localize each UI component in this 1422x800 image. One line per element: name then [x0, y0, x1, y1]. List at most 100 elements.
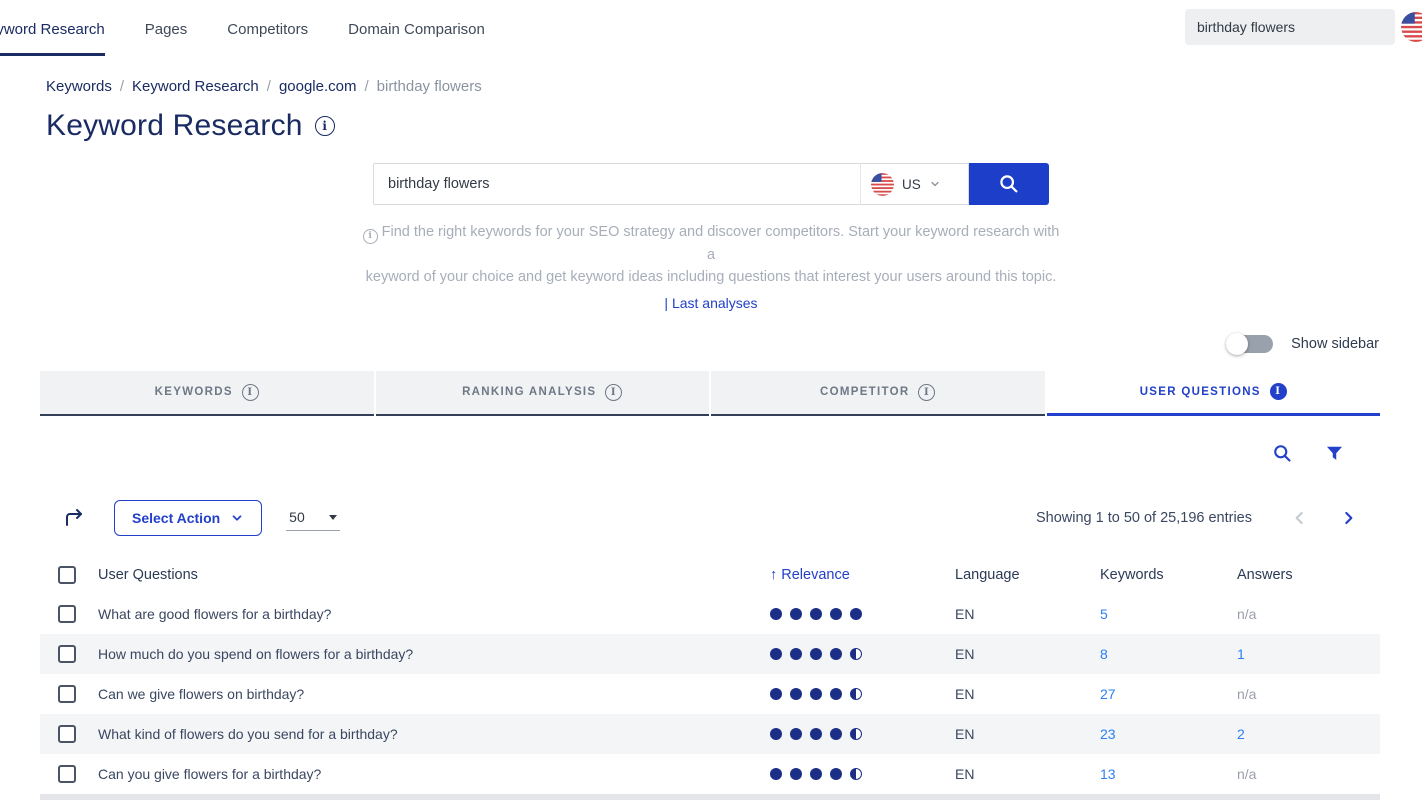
bottom-strip [40, 794, 1380, 800]
country-selector[interactable]: US [861, 163, 969, 205]
header-keywords[interactable]: Keywords [1100, 567, 1237, 583]
question-text[interactable]: What kind of flowers do you send for a b… [98, 726, 770, 742]
table-row: Can you give flowers for a birthday? EN … [40, 754, 1380, 794]
showing-entries-text: Showing 1 to 50 of 25,196 entries [1036, 510, 1252, 526]
us-flag-icon[interactable] [1401, 12, 1422, 42]
language-cell: EN [955, 766, 1100, 782]
relevance-dot [790, 768, 802, 780]
tab-competitor[interactable]: COMPETITOR i [711, 371, 1045, 416]
us-flag-icon [1401, 12, 1422, 42]
relevance-dots [770, 728, 955, 740]
select-action-button[interactable]: Select Action [114, 500, 262, 536]
user-questions-panel: Select Action 50 Showing 1 to 50 of 25,1… [40, 416, 1380, 800]
nav-item-domain-comparison[interactable]: Domain Comparison [348, 21, 485, 38]
relevance-dot [850, 648, 862, 660]
info-icon[interactable]: i [315, 116, 335, 136]
keyword-search-input[interactable] [373, 163, 861, 205]
action-row: Select Action 50 Showing 1 to 50 of 25,1… [40, 500, 1380, 536]
row-checkbox[interactable] [58, 725, 76, 743]
row-checkbox[interactable] [58, 645, 76, 663]
keywords-link[interactable]: 23 [1100, 726, 1237, 742]
relevance-dot [850, 768, 862, 780]
breadcrumb-separator: / [365, 78, 369, 95]
caret-down-icon [329, 515, 337, 520]
breadcrumb-separator: / [267, 78, 271, 95]
export-icon[interactable] [62, 506, 86, 530]
chevron-down-icon [929, 178, 941, 190]
relevance-dots [770, 608, 955, 620]
result-tabs: KEYWORDS i RANKING ANALYSIS i COMPETITOR… [40, 371, 1380, 416]
tab-ranking-analysis-label: RANKING ANALYSIS [462, 386, 596, 398]
app-screen: Keyword Research Pages Competitors Domai… [0, 0, 1422, 800]
topnav-search-box[interactable] [1185, 9, 1395, 45]
relevance-dot [770, 688, 782, 700]
question-text[interactable]: Can we give flowers on birthday? [98, 686, 770, 702]
relevance-dot [850, 688, 862, 700]
search-button[interactable] [969, 163, 1049, 205]
row-checkbox[interactable] [58, 765, 76, 783]
language-cell: EN [955, 686, 1100, 702]
breadcrumb-google-com[interactable]: google.com [279, 78, 357, 95]
question-text[interactable]: What are good flowers for a birthday? [98, 606, 770, 622]
relevance-dot [850, 728, 862, 740]
keywords-link[interactable]: 8 [1100, 646, 1237, 662]
info-icon: i [363, 229, 378, 244]
title-row: Keyword Research i [46, 109, 1422, 143]
tab-ranking-analysis[interactable]: RANKING ANALYSIS i [376, 371, 710, 416]
relevance-dot [830, 648, 842, 660]
keywords-link[interactable]: 5 [1100, 606, 1237, 622]
relevance-dot [810, 728, 822, 740]
search-icon[interactable] [1272, 443, 1293, 464]
relevance-dot [770, 728, 782, 740]
header-language[interactable]: Language [955, 567, 1100, 583]
show-sidebar-toggle[interactable] [1227, 335, 1273, 353]
select-action-label: Select Action [132, 510, 220, 526]
header-answers[interactable]: Answers [1237, 567, 1380, 583]
keywords-link[interactable]: 27 [1100, 686, 1237, 702]
info-icon[interactable]: i [605, 384, 622, 401]
row-checkbox[interactable] [58, 685, 76, 703]
last-analyses-link[interactable]: | Last analyses [664, 295, 757, 311]
relevance-dot [830, 728, 842, 740]
relevance-dot [770, 608, 782, 620]
nav-item-competitors[interactable]: Competitors [227, 21, 308, 38]
language-cell: EN [955, 606, 1100, 622]
info-icon[interactable]: i [918, 384, 935, 401]
chevron-right-icon[interactable] [1338, 508, 1358, 528]
relevance-dot [810, 688, 822, 700]
table-row: What kind of flowers do you send for a b… [40, 714, 1380, 754]
tab-user-questions-label: USER QUESTIONS [1140, 386, 1261, 398]
header-user-questions[interactable]: User Questions [98, 567, 770, 583]
relevance-dot [830, 688, 842, 700]
relevance-dots [770, 768, 955, 780]
chevron-left-icon[interactable] [1290, 508, 1310, 528]
question-text[interactable]: How much do you spend on flowers for a b… [98, 646, 770, 662]
filter-icon[interactable] [1325, 444, 1344, 463]
relevance-dot [850, 608, 862, 620]
info-icon[interactable]: i [1270, 383, 1287, 400]
info-icon[interactable]: i [242, 384, 259, 401]
panel-toolbar [40, 442, 1380, 466]
user-questions-table: User Questions ↑ Relevance Language Keyw… [40, 556, 1380, 794]
search-description: iFind the right keywords for your SEO st… [358, 221, 1064, 288]
breadcrumb-keyword-research[interactable]: Keyword Research [132, 78, 259, 95]
select-all-checkbox[interactable] [58, 566, 76, 584]
nav-item-pages[interactable]: Pages [145, 21, 188, 38]
answers-link[interactable]: 1 [1237, 646, 1380, 662]
nav-item-keyword-research[interactable]: Keyword Research [0, 21, 105, 38]
answers-link[interactable]: 2 [1237, 726, 1380, 742]
relevance-dots [770, 648, 955, 660]
row-checkbox[interactable] [58, 605, 76, 623]
page-size-select[interactable]: 50 [286, 504, 340, 531]
breadcrumb-keywords[interactable]: Keywords [46, 78, 112, 95]
header-relevance[interactable]: ↑ Relevance [770, 567, 955, 583]
relevance-dots [770, 688, 955, 700]
tab-keywords[interactable]: KEYWORDS i [40, 371, 374, 416]
topnav-search-input[interactable] [1197, 19, 1383, 35]
language-cell: EN [955, 646, 1100, 662]
tab-user-questions[interactable]: USER QUESTIONS i [1047, 371, 1381, 416]
keywords-link[interactable]: 13 [1100, 766, 1237, 782]
question-text[interactable]: Can you give flowers for a birthday? [98, 766, 770, 782]
keyword-search-bar: US [373, 163, 1049, 205]
relevance-dot [790, 608, 802, 620]
